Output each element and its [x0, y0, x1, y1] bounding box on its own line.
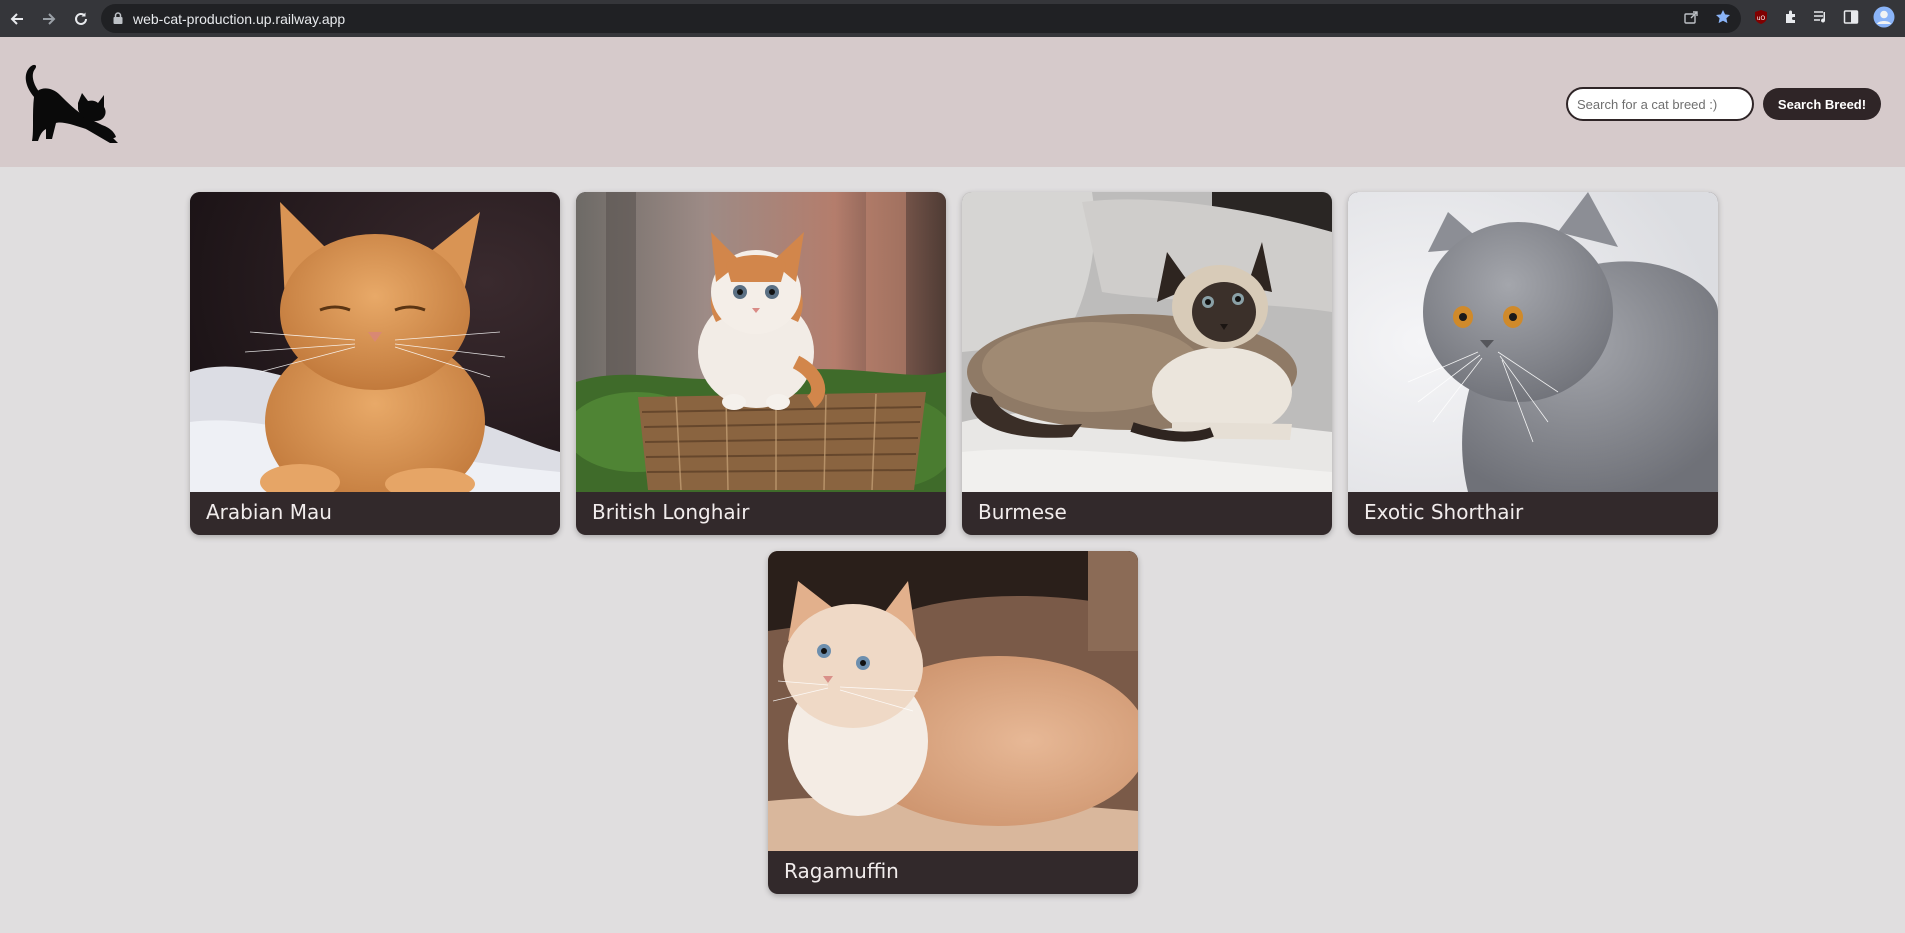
breed-name: British Longhair: [592, 500, 750, 524]
grey-flatfaced-cat-photo: [1348, 192, 1718, 492]
breed-card[interactable]: Arabian Mau: [190, 192, 560, 535]
cream-longhair-cat-photo: [768, 551, 1138, 851]
breed-name: Ragamuffin: [784, 859, 899, 883]
breed-name: Exotic Shorthair: [1364, 500, 1524, 524]
breed-card[interactable]: British Longhair: [576, 192, 946, 535]
breed-name: Arabian Mau: [206, 500, 332, 524]
fluffy-kitten-on-basket-photo: [576, 192, 946, 492]
breed-card[interactable]: Burmese: [962, 192, 1332, 535]
breed-grid: Arabian Mau British Longhair Burmese Exo…: [0, 0, 1905, 933]
siamese-style-cat-lying-photo: [962, 192, 1332, 492]
breed-name: Burmese: [978, 500, 1067, 524]
breed-card[interactable]: Ragamuffin: [768, 551, 1138, 894]
orange-tabby-cat-photo: [190, 192, 560, 492]
breed-card[interactable]: Exotic Shorthair: [1348, 192, 1718, 535]
